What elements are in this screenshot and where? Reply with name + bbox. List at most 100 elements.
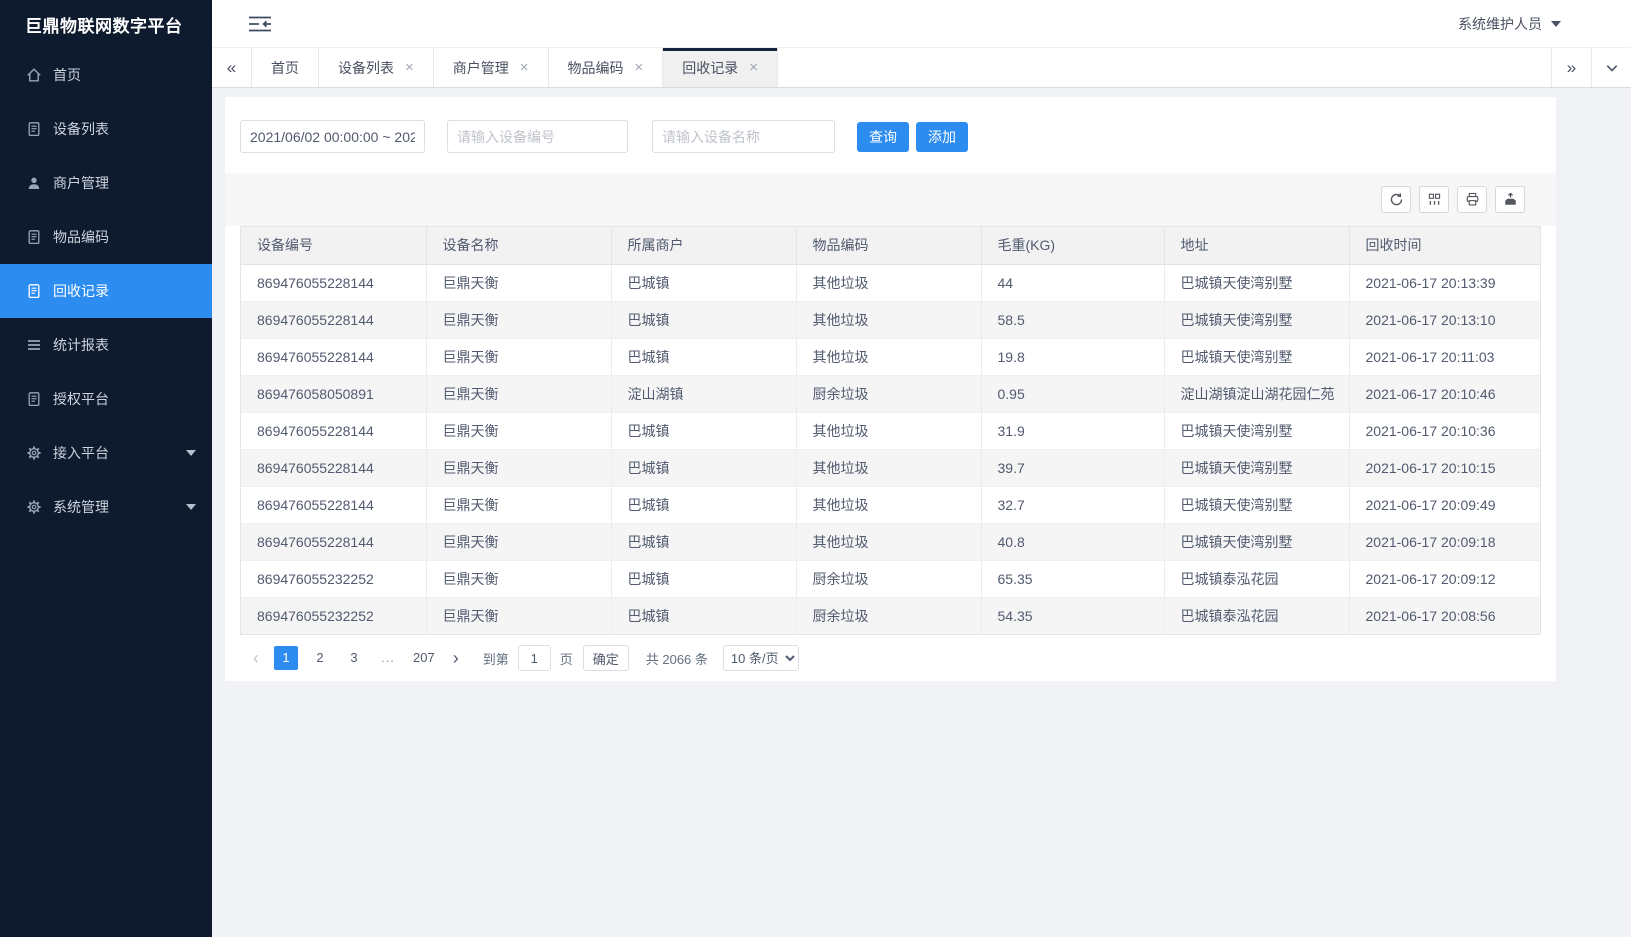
cell-device-name: 巨鼎天衡	[426, 449, 611, 486]
tabs-scroll-right-button[interactable]: »	[1551, 48, 1591, 87]
home-icon	[26, 67, 42, 83]
close-icon[interactable]: ×	[749, 60, 758, 75]
cell-merchant: 巴城镇	[611, 523, 796, 560]
page-button-207[interactable]: 207	[410, 646, 438, 670]
cell-gross-weight: 44	[981, 264, 1164, 301]
topbar: 系统维护人员	[212, 0, 1631, 48]
tab-item-code[interactable]: 物品编码 ×	[549, 48, 664, 87]
sidebar-item-label: 回收记录	[53, 281, 109, 301]
cell-device-no: 869476055232252	[241, 597, 426, 634]
sidebar-item-home[interactable]: 首页	[0, 48, 212, 102]
tab-label: 首页	[271, 58, 299, 78]
cell-device-name: 巨鼎天衡	[426, 264, 611, 301]
columns-button[interactable]	[1419, 186, 1449, 213]
cell-recycle-time: 2021-06-17 20:11:03	[1349, 338, 1540, 375]
column-header-item-code: 物品编码	[796, 227, 981, 264]
cell-device-name: 巨鼎天衡	[426, 486, 611, 523]
sidebar-item-item-code[interactable]: 物品编码	[0, 210, 212, 264]
cell-gross-weight: 0.95	[981, 375, 1164, 412]
sidebar-item-label: 系统管理	[53, 497, 109, 517]
cell-recycle-time: 2021-06-17 20:13:39	[1349, 264, 1540, 301]
cell-gross-weight: 40.8	[981, 523, 1164, 560]
lines-icon	[26, 337, 42, 353]
table-row: 869476055228144巨鼎天衡巴城镇其他垃圾32.7巴城镇天使湾别墅20…	[241, 486, 1540, 523]
cell-device-no: 869476055228144	[241, 338, 426, 375]
column-header-recycle-time: 回收时间	[1349, 227, 1540, 264]
sidebar-item-label: 物品编码	[53, 227, 109, 247]
close-icon[interactable]: ×	[635, 60, 644, 75]
tab-home[interactable]: 首页	[252, 48, 319, 87]
cell-item-code: 其他垃圾	[796, 449, 981, 486]
cell-address: 巴城镇天使湾别墅	[1164, 449, 1349, 486]
table-toolbar	[225, 173, 1556, 226]
cell-item-code: 其他垃圾	[796, 523, 981, 560]
cell-gross-weight: 31.9	[981, 412, 1164, 449]
date-range-input[interactable]	[240, 120, 425, 153]
page-content: 查询 添加 设备编号设备名称所属商户物品编码毛重(KG)地址回收时间 86947…	[212, 88, 1631, 937]
page-button-3[interactable]: 3	[342, 646, 366, 670]
cell-item-code: 厨余垃圾	[796, 375, 981, 412]
sidebar-item-authorization-platform[interactable]: 授权平台	[0, 372, 212, 426]
tab-recycle-records[interactable]: 回收记录×	[663, 48, 778, 87]
previous-page-button[interactable]: ‹	[243, 649, 269, 667]
refresh-button[interactable]	[1381, 186, 1411, 213]
export-icon	[1503, 192, 1518, 207]
records-table-wrap: 设备编号设备名称所属商户物品编码毛重(KG)地址回收时间 86947605522…	[240, 226, 1541, 635]
sidebar-item-system-management[interactable]: 系统管理	[0, 480, 212, 534]
cell-recycle-time: 2021-06-17 20:13:10	[1349, 301, 1540, 338]
page-button-1[interactable]: 1	[274, 646, 298, 670]
sidebar-item-statistics-report[interactable]: 统计报表	[0, 318, 212, 372]
print-button[interactable]	[1457, 186, 1487, 213]
clipboard-icon	[26, 283, 42, 299]
cell-address: 巴城镇天使湾别墅	[1164, 523, 1349, 560]
page-size-select[interactable]: 10 条/页	[723, 645, 799, 671]
tab-device-list[interactable]: 设备列表×	[319, 48, 434, 87]
sidebar-item-device-list[interactable]: 设备列表	[0, 102, 212, 156]
cell-device-no: 869476055228144	[241, 264, 426, 301]
tab-bar: « 首页设备列表×商户管理×物品编码×回收记录× »	[212, 48, 1631, 88]
main-area: 系统维护人员 « 首页设备列表×商户管理×物品编码×回收记录× » 查询 添加	[212, 0, 1631, 937]
sidebar-item-recycle-records[interactable]: 回收记录	[0, 264, 212, 318]
add-button[interactable]: 添加	[916, 122, 968, 152]
close-icon[interactable]: ×	[405, 60, 414, 75]
app-title: 巨鼎物联网数字平台	[0, 0, 212, 48]
cell-item-code: 其他垃圾	[796, 486, 981, 523]
cell-merchant: 巴城镇	[611, 301, 796, 338]
cell-merchant: 巴城镇	[611, 338, 796, 375]
gear-icon	[26, 499, 42, 515]
table-row: 869476055228144巨鼎天衡巴城镇其他垃圾44巴城镇天使湾别墅2021…	[241, 264, 1540, 301]
cell-item-code: 厨余垃圾	[796, 597, 981, 634]
jump-prefix-label: 到第	[483, 649, 509, 668]
tab-merchant-management[interactable]: 商户管理×	[434, 48, 549, 87]
next-page-button[interactable]: ›	[443, 649, 469, 667]
tab-label: 物品编码	[568, 58, 624, 78]
user-menu[interactable]: 系统维护人员	[1458, 14, 1561, 34]
table-row: 869476055228144巨鼎天衡巴城镇其他垃圾19.8巴城镇天使湾别墅20…	[241, 338, 1540, 375]
table-row: 869476055232252巨鼎天衡巴城镇厨余垃圾54.35巴城镇泰泓花园20…	[241, 597, 1540, 634]
cell-device-no: 869476055228144	[241, 412, 426, 449]
jump-suffix-label: 页	[560, 649, 573, 668]
table-row: 869476055228144巨鼎天衡巴城镇其他垃圾31.9巴城镇天使湾别墅20…	[241, 412, 1540, 449]
records-table: 设备编号设备名称所属商户物品编码毛重(KG)地址回收时间 86947605522…	[241, 227, 1540, 634]
sidebar-item-label: 授权平台	[53, 389, 109, 409]
query-button[interactable]: 查询	[857, 122, 909, 152]
cell-recycle-time: 2021-06-17 20:08:56	[1349, 597, 1540, 634]
cell-address: 巴城镇泰泓花园	[1164, 560, 1349, 597]
device-name-input[interactable]	[652, 120, 835, 153]
close-icon[interactable]: ×	[520, 60, 529, 75]
cell-item-code: 厨余垃圾	[796, 560, 981, 597]
cell-device-name: 巨鼎天衡	[426, 560, 611, 597]
jump-page-input[interactable]	[518, 645, 551, 671]
page-button-2[interactable]: 2	[308, 646, 332, 670]
collapse-sidebar-icon[interactable]	[248, 15, 272, 33]
device-number-input[interactable]	[447, 120, 628, 153]
sidebar-item-access-platform[interactable]: 接入平台	[0, 426, 212, 480]
confirm-jump-button[interactable]: 确定	[583, 645, 629, 671]
tabs-menu-button[interactable]	[1591, 48, 1631, 87]
export-button[interactable]	[1495, 186, 1525, 213]
tabs-scroll-left-button[interactable]: «	[212, 48, 252, 87]
cell-merchant: 巴城镇	[611, 412, 796, 449]
gear-icon	[26, 445, 42, 461]
sidebar-item-merchant-management[interactable]: 商户管理	[0, 156, 212, 210]
cell-device-name: 巨鼎天衡	[426, 375, 611, 412]
